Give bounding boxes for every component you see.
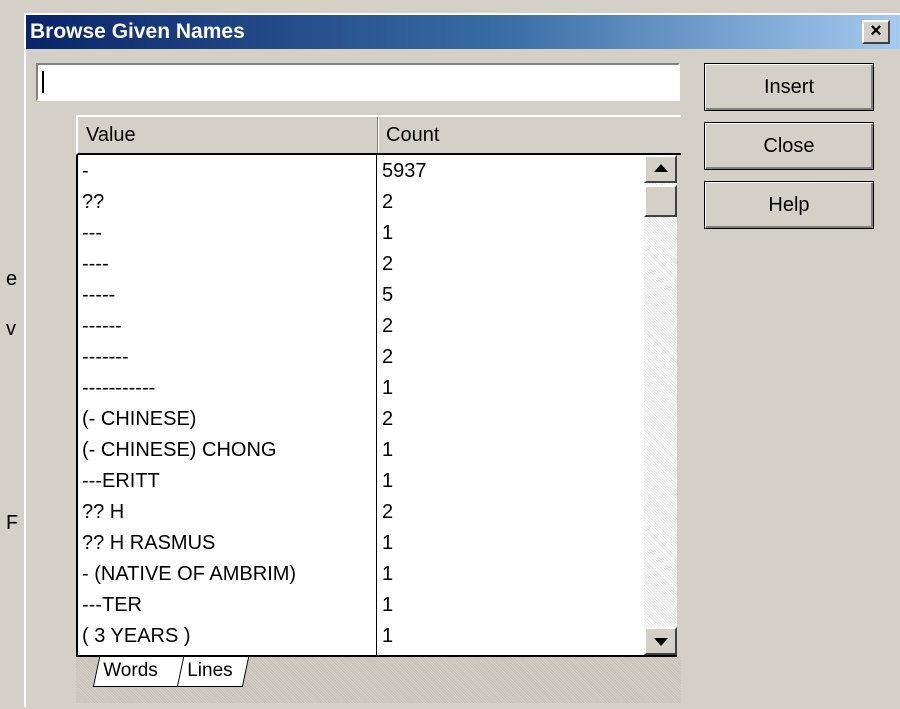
list-item-count: 2 [382, 408, 394, 430]
column-header-value[interactable]: Value [78, 117, 378, 153]
list-item[interactable]: ----- 5 [78, 282, 644, 313]
arrow-up-icon [654, 164, 668, 172]
list-item-value: ( 3 YEARS ) [82, 625, 191, 647]
text-caret [42, 71, 44, 93]
list-item-count: 2 [382, 346, 394, 368]
vertical-scrollbar[interactable] [644, 155, 677, 655]
list-item-count: 1 [382, 222, 394, 244]
list-item-value: ---ERITT [82, 470, 160, 492]
list-item-value: ----- [82, 284, 116, 306]
list-item-count: 2 [382, 315, 394, 337]
list-rows: -5937?? 2 --- 1 ---- 2 ----- 5 ------ 2 ------- 2 --… [76, 155, 644, 655]
list-item-value: ?? [82, 191, 105, 213]
list-item-value: ?? H [82, 501, 125, 523]
list-item[interactable]: ---ERITT 1 [78, 468, 644, 499]
list-item[interactable]: (- CHINESE) 2 [78, 406, 644, 437]
list-item-count: 1 [382, 470, 394, 492]
column-header-count[interactable]: Count [378, 117, 679, 153]
tab-words-label: Words [103, 660, 158, 681]
tab-lines-label: Lines [187, 660, 233, 681]
list-item-value: (- CHINESE) [82, 408, 197, 430]
list-item-count: 1 [382, 563, 394, 585]
list-item[interactable]: ------ 2 [78, 313, 644, 344]
list-item-count: 5 [382, 284, 394, 306]
scroll-down-button[interactable] [644, 627, 677, 655]
list-item-count: 1 [382, 439, 394, 461]
list-item-value: - [82, 160, 89, 182]
list-item-value: ---TER [82, 594, 142, 616]
list-item[interactable]: (- CHINESE) CHONG 1 [78, 437, 644, 468]
help-button[interactable]: Help [704, 181, 874, 229]
background-text: v [6, 318, 16, 340]
list-item-count: 1 [382, 594, 394, 616]
insert-button[interactable]: Insert [704, 63, 874, 111]
list-item-count: 1 [382, 532, 394, 554]
list-item-value: ------- [82, 346, 129, 368]
tab-words[interactable]: Words [92, 657, 192, 687]
background-window: e v F [0, 0, 24, 707]
background-text: F [6, 512, 19, 534]
background-strip [0, 0, 900, 10]
list-item-count: 2 [382, 191, 394, 213]
list-item-value: --- [82, 222, 102, 244]
dialog-title: Browse Given Names [30, 20, 245, 43]
list-item-value: ------ [82, 315, 122, 337]
list-item-count: 1 [382, 377, 394, 399]
list-item-count: 2 [382, 253, 394, 275]
list-item-count: 1 [382, 625, 394, 647]
search-input[interactable] [36, 63, 680, 101]
scroll-thumb[interactable] [644, 185, 677, 217]
list-item[interactable]: ---- 2 [78, 251, 644, 282]
close-button[interactable]: Close [704, 122, 874, 170]
list-item[interactable]: --- 1 [78, 220, 644, 251]
list-item-value: - (NATIVE OF AMBRIM) [82, 563, 297, 585]
list-item-value: ---- [82, 253, 109, 275]
list-item[interactable]: - (NATIVE OF AMBRIM) 1 [78, 561, 644, 592]
list-item-value: (- CHINESE) CHONG [82, 439, 277, 461]
list-item[interactable]: ----------- 1 [78, 375, 644, 406]
scroll-up-button[interactable] [644, 155, 677, 183]
list-item-count: 2 [382, 501, 394, 523]
dialog-titlebar[interactable]: Browse Given Names × [26, 15, 900, 49]
list-item-value: ----------- [82, 377, 156, 399]
arrow-down-icon [654, 638, 668, 646]
list-item[interactable]: ?? H RASMUS 1 [78, 530, 644, 561]
list-item[interactable]: ---TER 1 [78, 592, 644, 623]
list-item-count: 5937 [382, 160, 427, 182]
close-icon[interactable]: × [862, 20, 890, 44]
list-item-value: ?? H RASMUS [82, 532, 216, 554]
list-item[interactable]: ?? 2 [78, 189, 644, 220]
list-item[interactable]: ------- 2 [78, 344, 644, 375]
browse-dialog: Browse Given Names × Insert Close Help V… [24, 13, 900, 707]
list-header: Value Count [76, 115, 681, 155]
tab-lines[interactable]: Lines [176, 657, 250, 687]
names-list: Value Count -5937?? 2 --- 1 ---- 2 ----- 5 -----… [76, 115, 681, 703]
list-item[interactable]: ( 3 YEARS ) 1 [78, 623, 644, 654]
tab-strip: Words Lines [76, 657, 681, 703]
list-item[interactable]: - 5937 [78, 158, 644, 189]
list-item[interactable]: ?? H 2 [78, 499, 644, 530]
background-text: e [6, 268, 18, 290]
